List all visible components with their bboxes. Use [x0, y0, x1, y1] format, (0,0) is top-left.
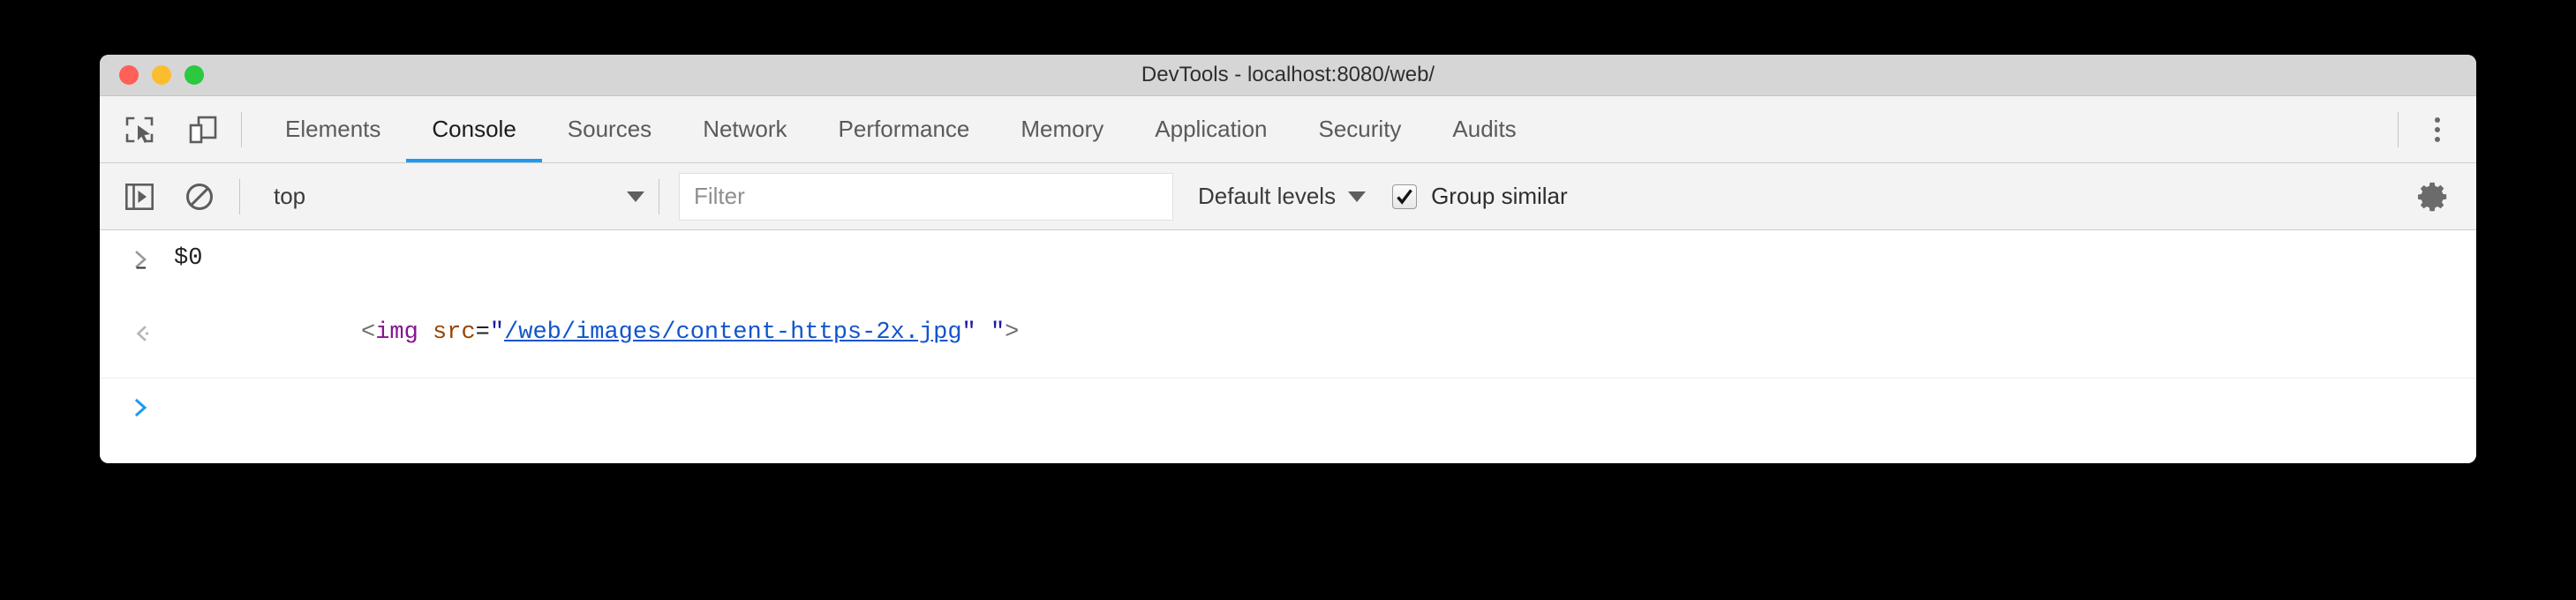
- device-toolbar-icon[interactable]: [183, 109, 223, 150]
- gear-icon[interactable]: [2411, 174, 2457, 220]
- console-input-expression: $0: [174, 245, 203, 273]
- token-tag-name: img: [375, 319, 418, 346]
- tab-bar-right: [2380, 96, 2476, 162]
- token-quote-close: ": [961, 319, 976, 346]
- console-input-row[interactable]: $0: [100, 230, 2476, 289]
- execution-context-select[interactable]: top: [252, 176, 659, 218]
- tab-bar-tools: [100, 96, 223, 162]
- clear-console-icon[interactable]: [179, 176, 220, 217]
- token-space-2: [976, 319, 990, 346]
- devtools-tab-bar: Elements Console Sources Network Perform…: [100, 96, 2476, 163]
- tab-application[interactable]: Application: [1129, 96, 1292, 162]
- tab-network[interactable]: Network: [677, 96, 812, 162]
- inspect-element-icon[interactable]: [119, 109, 160, 150]
- tab-security[interactable]: Security: [1293, 96, 1427, 162]
- window-title: DevTools - localhost:8080/web/: [1141, 63, 1435, 86]
- tab-performance[interactable]: Performance: [813, 96, 996, 162]
- group-similar-label: Group similar: [1431, 183, 1568, 209]
- group-similar-checkbox[interactable]: [1392, 184, 1418, 209]
- tab-bar-separator: [241, 111, 242, 147]
- tab-memory[interactable]: Memory: [995, 96, 1129, 162]
- title-bar: DevTools - localhost:8080/web/: [100, 55, 2476, 96]
- show-console-sidebar-icon[interactable]: [119, 176, 160, 217]
- token-quote-open: ": [489, 319, 505, 346]
- execution-context-value: top: [274, 183, 306, 209]
- console-toolbar: top Default levels Group similar: [100, 163, 2476, 230]
- console-result-row[interactable]: <img src="/web/images/content-https-2x.j…: [100, 289, 2476, 379]
- chevron-down-icon: [1348, 191, 1367, 202]
- devtools-window: DevTools - localhost:8080/web/ Elements …: [100, 55, 2476, 463]
- token-equals: =: [475, 319, 490, 346]
- group-similar-toggle[interactable]: Group similar: [1392, 183, 1568, 210]
- log-levels-dropdown[interactable]: Default levels: [1198, 183, 1367, 210]
- chevron-down-icon: [627, 191, 644, 202]
- console-toolbar-separator-1: [239, 178, 240, 214]
- console-input-prompt-icon: [119, 248, 163, 271]
- more-options-icon[interactable]: [2416, 109, 2459, 151]
- token-space-1: [418, 319, 433, 346]
- tab-elements[interactable]: Elements: [260, 96, 406, 162]
- filter-input[interactable]: [679, 172, 1173, 221]
- console-prompt-row[interactable]: [100, 379, 2476, 437]
- tab-audits[interactable]: Audits: [1427, 96, 1541, 162]
- console-message-list[interactable]: $0 <img src="/web/images/content-https-2…: [100, 230, 2476, 463]
- token-close-bracket: >: [1005, 319, 1020, 346]
- tab-sources[interactable]: Sources: [542, 96, 677, 162]
- token-quote-extra: ": [990, 319, 1006, 346]
- log-levels-label: Default levels: [1198, 183, 1337, 209]
- devtools-tabs: Elements Console Sources Network Perform…: [260, 96, 2380, 162]
- token-open-bracket: <: [361, 319, 376, 346]
- console-result-prompt-icon: [119, 322, 163, 345]
- console-result-value[interactable]: <img src="/web/images/content-https-2x.j…: [163, 289, 1019, 378]
- tab-console[interactable]: Console: [406, 96, 543, 162]
- console-prompt-icon: [119, 396, 163, 419]
- tab-bar-separator-right: [2398, 111, 2399, 147]
- token-attr-name: src: [433, 319, 476, 346]
- resource-link[interactable]: /web/images/content-https-2x.jpg: [504, 319, 961, 346]
- screenshot-root: DevTools - localhost:8080/web/ Elements …: [0, 0, 2576, 600]
